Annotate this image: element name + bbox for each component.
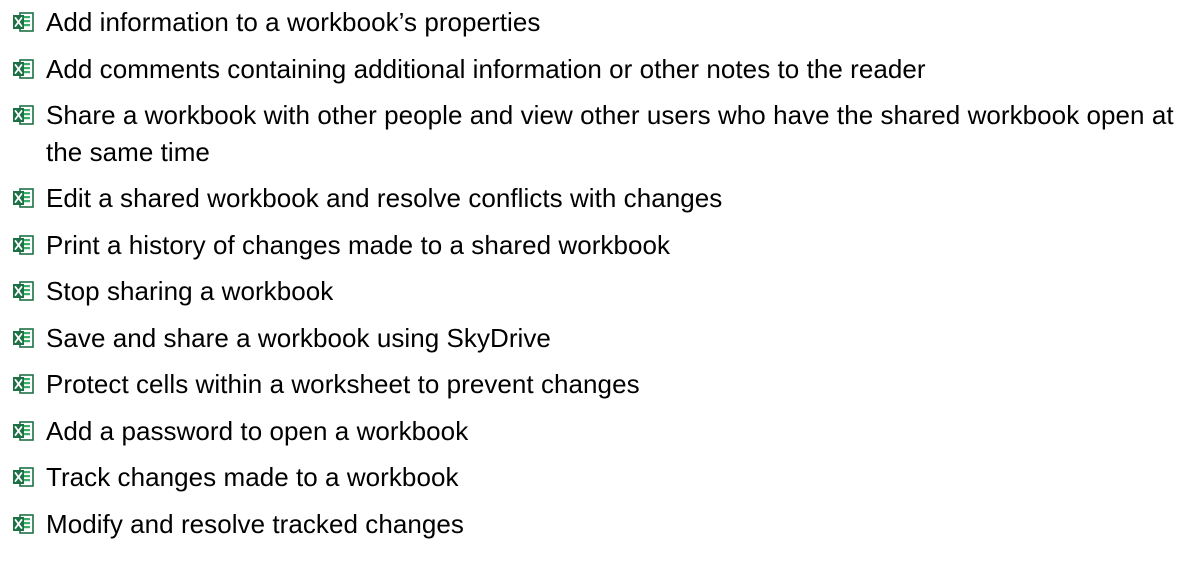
list-item: Protect cells within a worksheet to prev… [12, 366, 1177, 403]
list-item: Track changes made to a workbook [12, 459, 1177, 496]
list-item: Add a password to open a workbook [12, 413, 1177, 450]
excel-icon [13, 513, 34, 534]
excel-icon [13, 234, 34, 255]
list-item: Stop sharing a workbook [12, 273, 1177, 310]
excel-icon [13, 374, 34, 394]
list-item: Add information to a workbook’s properti… [12, 4, 1177, 41]
list-item-text: Share a workbook with other people and v… [46, 100, 1174, 167]
list-item: Add comments containing additional infor… [12, 51, 1177, 88]
list-item-text: Add comments containing additional infor… [46, 53, 926, 84]
excel-icon [13, 420, 34, 441]
list-item-text: Print a history of changes made to a sha… [46, 229, 671, 260]
excel-icon [13, 12, 34, 32]
list-item-text: Add a password to open a workbook [46, 415, 469, 446]
list-item-text: Modify and resolve tracked changes [46, 508, 464, 539]
excel-icon [13, 281, 34, 301]
list-item-text: Stop sharing a workbook [46, 276, 334, 306]
list-item: Save and share a workbook using SkyDrive [12, 320, 1177, 357]
excel-icon [13, 467, 34, 487]
list-item-text: Add information to a workbook’s properti… [46, 7, 541, 37]
list-item: Edit a shared workbook and resolve confl… [12, 180, 1177, 217]
list-item-text: Save and share a workbook using SkyDrive [46, 322, 551, 353]
list-item-text: Protect cells within a worksheet to prev… [46, 369, 640, 399]
objectives-list: Add information to a workbook’s properti… [12, 4, 1177, 552]
excel-icon [13, 58, 34, 79]
excel-icon [13, 188, 34, 208]
excel-icon [13, 105, 34, 125]
excel-icon [13, 327, 34, 348]
list-item: Share a workbook with other people and v… [12, 97, 1177, 170]
list-item-text: Track changes made to a workbook [46, 462, 459, 492]
list-item: Modify and resolve tracked changes [12, 506, 1177, 543]
list-item-text: Edit a shared workbook and resolve confl… [46, 183, 723, 213]
list-item: Print a history of changes made to a sha… [12, 227, 1177, 264]
